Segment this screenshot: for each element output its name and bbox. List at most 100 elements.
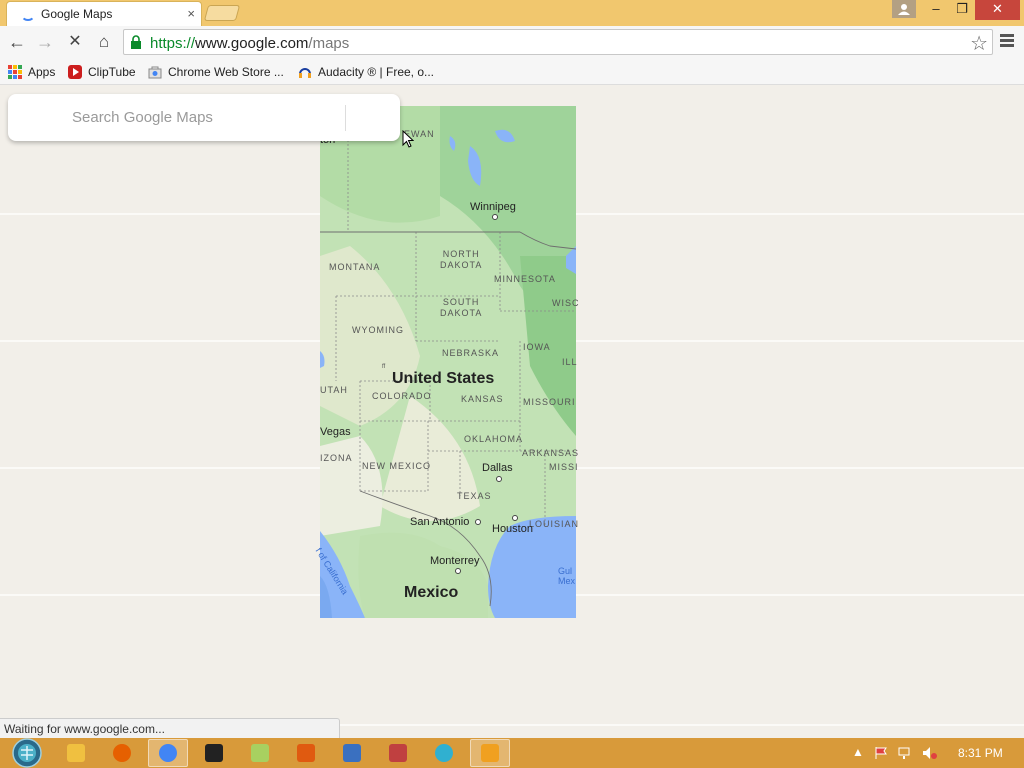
- remote-desktop-icon: [343, 744, 361, 762]
- taskbar-app-button[interactable]: [378, 739, 418, 767]
- map-label-arkansas: ARKANSAS: [522, 448, 580, 458]
- minimize-button[interactable]: –: [923, 0, 949, 20]
- network-icon[interactable]: [898, 746, 914, 760]
- map-label-iowa: IOWA: [523, 342, 551, 352]
- map-label-north-dakota: NORTH DAKOTA: [440, 249, 483, 270]
- bookmark-label: Chrome Web Store ...: [168, 65, 284, 79]
- map-label-illinois: ILL: [562, 357, 578, 367]
- map-label-mississippi: MISSI: [549, 462, 579, 472]
- apps-grid-icon: [8, 65, 22, 79]
- start-button[interactable]: [8, 738, 46, 768]
- map-label-monterrey: Monterrey: [430, 555, 480, 567]
- map-label-dallas: Dallas: [482, 462, 513, 474]
- map-label-south-dakota: SOUTH DAKOTA: [440, 297, 483, 318]
- map-canvas[interactable]: ff: [320, 106, 577, 618]
- taskbar-app-button[interactable]: [286, 739, 326, 767]
- bookmark-label: Audacity ® | Free, o...: [318, 65, 435, 79]
- forward-button[interactable]: →: [34, 32, 56, 54]
- bookmark-apps[interactable]: Apps: [8, 63, 55, 81]
- map-label-montana: MONTANA: [329, 262, 381, 272]
- bookmark-label: ClipTube: [88, 65, 136, 79]
- taskbar-app-button[interactable]: [194, 739, 234, 767]
- bookmark-cliptube[interactable]: ClipTube: [68, 63, 136, 81]
- map-label-new-mexico: NEW MEXICO: [362, 461, 432, 471]
- audacity-icon: [299, 68, 311, 78]
- globe-app-icon: [435, 744, 453, 762]
- map-label-wisconsin: WISC: [552, 298, 580, 308]
- map-label-san-antonio: San Antonio: [410, 516, 470, 528]
- map-label-mexico: Mexico: [404, 584, 459, 601]
- new-tab-button[interactable]: [203, 5, 241, 21]
- tray-overflow-arrow-icon[interactable]: ▲: [852, 745, 864, 759]
- map-label-oklahoma: OKLAHOMA: [464, 434, 524, 444]
- user-profile-icon[interactable]: [892, 0, 916, 18]
- action-center-flag-icon[interactable]: [874, 746, 890, 760]
- back-button[interactable]: ←: [6, 32, 28, 54]
- home-button[interactable]: ⌂: [93, 32, 115, 54]
- taskbar-app-button[interactable]: [424, 739, 464, 767]
- map-label-nebraska: NEBRASKA: [442, 348, 500, 358]
- tab-google-maps[interactable]: Google Maps ×: [6, 1, 202, 26]
- map-label-utah: UTAH: [320, 385, 348, 395]
- svg-text:ff: ff: [382, 364, 386, 370]
- bookmark-chrome-web-store[interactable]: Chrome Web Store ...: [148, 63, 284, 81]
- city-dot-san-antonio: [475, 519, 481, 525]
- close-window-button[interactable]: ✕: [975, 0, 1020, 20]
- map-label-texas: TEXAS: [457, 491, 492, 501]
- taskbar-app-button[interactable]: [332, 739, 372, 767]
- city-dot-winnipeg: [492, 214, 498, 220]
- map-label-missouri: MISSOURI: [523, 397, 576, 407]
- file-explorer-icon: [67, 744, 85, 762]
- tab-title: Google Maps: [41, 7, 113, 21]
- volume-muted-icon[interactable]: [922, 746, 938, 760]
- tab-close-icon[interactable]: ×: [187, 6, 195, 21]
- taskbar-app-button[interactable]: [56, 739, 96, 767]
- firefox-icon: [113, 744, 131, 762]
- map-label-louisiana: LOUISIAN: [529, 519, 580, 529]
- map-label-minnesota: MINNESOTA: [494, 274, 556, 284]
- taskbar-app-button[interactable]: [240, 739, 280, 767]
- chrome-icon: [159, 744, 177, 762]
- taskbar-app-button[interactable]: [148, 739, 188, 767]
- stop-loading-button[interactable]: ✕: [64, 32, 86, 54]
- map-label-winnipeg: Winnipeg: [470, 201, 516, 213]
- map-label-colorado: COLORADO: [372, 391, 432, 401]
- status-bubble: Waiting for www.google.com...: [0, 718, 340, 738]
- map-label-arizona: IZONA: [320, 453, 353, 463]
- bookmarks-bar: Apps ClipTube Chrome Web Store ... Audac…: [0, 59, 1024, 85]
- maps-page: ff EWAN ton Winnipeg MONTANA NORTH DAKOT…: [0, 85, 1024, 738]
- search-divider: [345, 105, 346, 131]
- search-input[interactable]: Search Google Maps: [72, 109, 213, 126]
- lock-icon: [131, 35, 141, 49]
- mouse-cursor-icon: [402, 130, 414, 148]
- loading-spinner-icon: [21, 9, 35, 21]
- chrome-web-store-icon: [148, 66, 162, 79]
- city-dot-houston: [512, 515, 518, 521]
- address-bar[interactable]: https://www.google.com/maps ☆: [123, 29, 993, 55]
- youtube-icon: [68, 65, 82, 79]
- city-dot-monterrey: [455, 568, 461, 574]
- taskbar-clock[interactable]: 8:31 PM: [958, 746, 1003, 760]
- map-label-wyoming: WYOMING: [352, 325, 404, 335]
- restore-button[interactable]: ❐: [949, 0, 975, 20]
- audacity-icon: [481, 744, 499, 762]
- 7zip-icon: [205, 744, 223, 762]
- bookmark-audacity[interactable]: Audacity ® | Free, o...: [298, 63, 434, 81]
- bookmark-label: Apps: [28, 65, 56, 79]
- taskbar-app-button[interactable]: [470, 739, 510, 767]
- notepad-icon: [251, 744, 269, 762]
- taskbar-app-button[interactable]: [102, 739, 142, 767]
- search-app-icon: [297, 744, 315, 762]
- map-label-gulf-of-mexico: Gul Mex: [558, 566, 576, 586]
- url-text[interactable]: https://www.google.com/maps: [150, 35, 349, 52]
- bookmark-star-icon[interactable]: ☆: [970, 31, 988, 56]
- map-tile[interactable]: ff EWAN ton Winnipeg MONTANA NORTH DAKOT…: [314, 106, 580, 618]
- search-box[interactable]: Search Google Maps: [8, 94, 400, 141]
- city-dot-dallas: [496, 476, 502, 482]
- map-label-kansas: KANSAS: [461, 394, 504, 404]
- browser-toolbar: ← → ✕ ⌂ https://www.google.com/maps ☆: [0, 26, 1024, 59]
- map-label-houston: Houston: [492, 523, 533, 535]
- chrome-menu-icon[interactable]: [1000, 34, 1014, 49]
- map-label-united-states: United States: [392, 370, 495, 387]
- map-label-las-vegas: Vegas: [320, 426, 351, 438]
